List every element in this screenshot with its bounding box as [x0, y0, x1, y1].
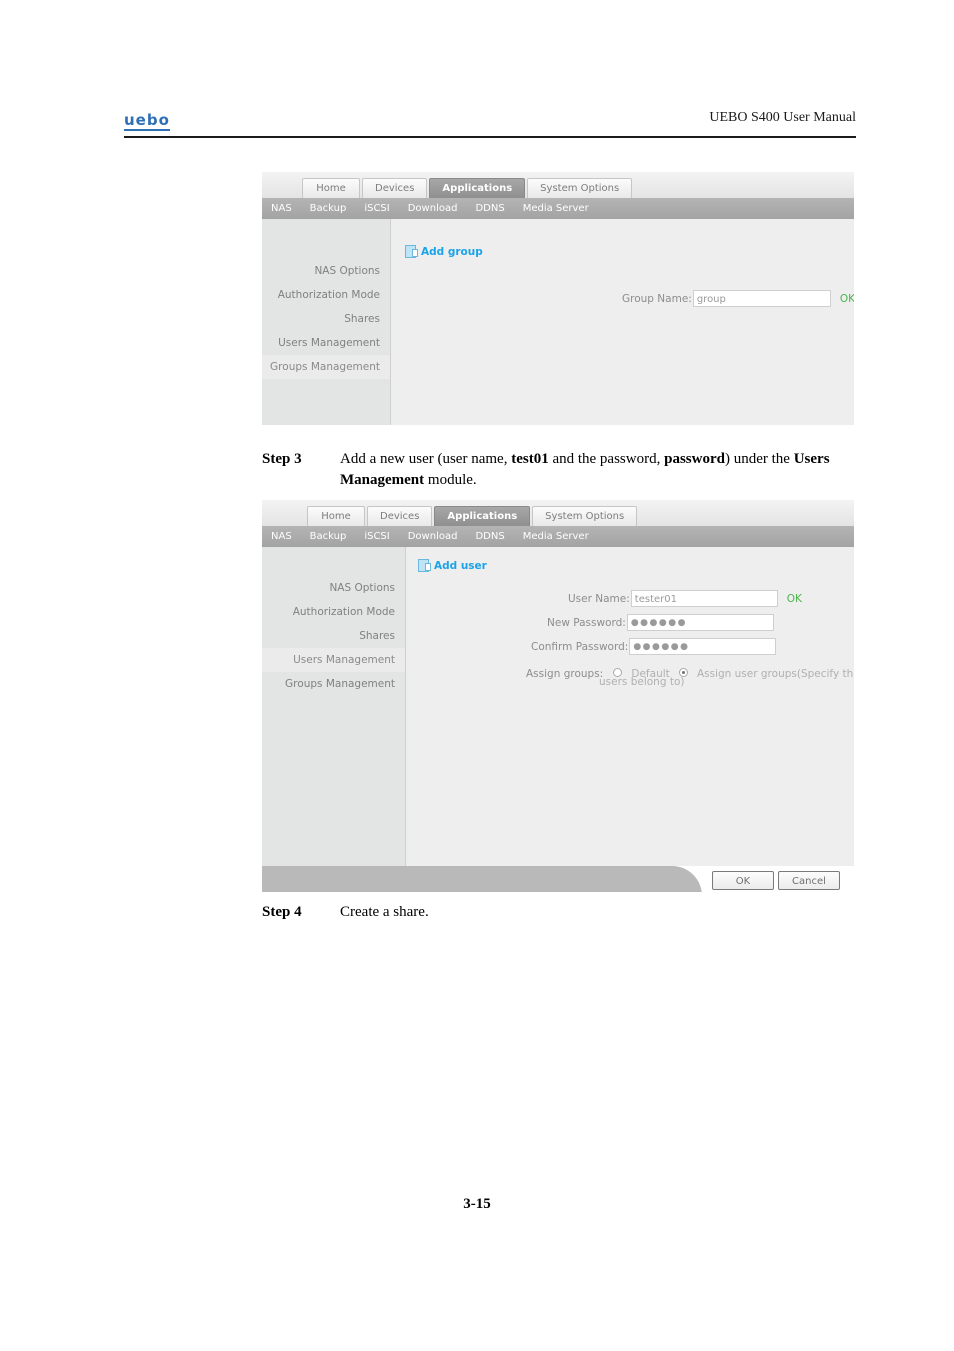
subnav-item-ddns[interactable]: DDNS	[466, 198, 513, 219]
footer-gray-band	[262, 866, 702, 892]
subnav-item-ddns[interactable]: DDNS	[466, 526, 513, 547]
add-group-label: Add group	[421, 245, 483, 258]
user-name-label: User Name:	[568, 592, 630, 605]
step-4-text: Create a share.	[340, 902, 862, 923]
new-password-row: New Password: ●●●●●●	[547, 614, 774, 631]
subnav-item-download[interactable]: Download	[399, 526, 467, 547]
new-document-icon	[405, 245, 418, 258]
sidebar-item-nas-options[interactable]: NAS Options	[262, 259, 390, 283]
group-name-label: Group Name:	[622, 292, 692, 305]
sidebar-item-nas-options[interactable]: NAS Options	[262, 576, 405, 600]
screenshot-add-group: Home Devices Applications System Options NA…	[262, 172, 854, 425]
cancel-button[interactable]: Cancel	[778, 871, 840, 890]
user-name-input[interactable]: tester01	[630, 590, 778, 607]
sidebar-item-users-management[interactable]: Users Management	[262, 648, 405, 672]
group-name-row: Group Name: group OK	[622, 290, 854, 307]
body-text: Create a share.	[340, 904, 429, 920]
main-tab-bar[interactable]: Home Devices Applications System Options	[307, 505, 639, 526]
group-ok-link[interactable]: OK	[840, 293, 854, 305]
radio-assign-label-line2: users belong to)	[599, 676, 685, 688]
content-panel: Add group Group Name: group OK	[391, 219, 854, 425]
new-password-label: New Password:	[547, 616, 626, 629]
subnav-item-iscsi[interactable]: iSCSI	[355, 526, 398, 547]
tab-home[interactable]: Home	[302, 178, 360, 198]
subnav-item-nas[interactable]: NAS	[262, 198, 301, 224]
step-3: Step 3 Add a new user (user name, test01…	[262, 449, 862, 491]
body-text: module.	[424, 472, 477, 488]
subnav-item-media-server[interactable]: Media Server	[514, 526, 598, 547]
subnav-item-download[interactable]: Download	[399, 198, 467, 219]
sidebar-menu[interactable]: NAS Options Authorization Mode Shares Users…	[262, 547, 406, 866]
subnav-item-nas[interactable]: NAS	[262, 526, 301, 552]
subnav-item-iscsi[interactable]: iSCSI	[355, 198, 398, 219]
sidebar-item-shares[interactable]: Shares	[262, 307, 390, 331]
confirm-password-label: Confirm Password:	[531, 640, 629, 653]
tab-system-options[interactable]: System Options	[532, 506, 638, 526]
body-text: Add a new user (user name,	[340, 451, 512, 467]
sidebar-item-groups-management[interactable]: Groups Management	[262, 355, 390, 379]
body-text: ) under the	[724, 451, 794, 467]
sidebar-menu[interactable]: NAS Options Authorization Mode Shares Users…	[262, 219, 391, 425]
main-tab-bar[interactable]: Home Devices Applications System Options	[302, 177, 634, 198]
sidebar-item-shares[interactable]: Shares	[262, 624, 405, 648]
user-ok-link[interactable]: OK	[787, 593, 802, 605]
emphasis-text: test01	[511, 451, 549, 467]
user-name-row: User Name: tester01 OK	[568, 590, 802, 607]
step-3-label: Step 3	[262, 451, 302, 467]
tab-applications[interactable]: Applications	[434, 506, 531, 526]
sidebar-item-authorization-mode[interactable]: Authorization Mode	[262, 283, 390, 307]
screenshot-add-user: Home Devices Applications System Options NA…	[262, 500, 854, 892]
uebo-logo: uebo	[124, 111, 170, 129]
tab-system-options[interactable]: System Options	[527, 178, 633, 198]
document-header: uebo UEBO S400 User Manual	[124, 108, 856, 136]
header-divider	[124, 136, 856, 138]
tab-applications[interactable]: Applications	[429, 178, 526, 198]
step-4: Step 4 Create a share.	[262, 902, 862, 923]
page-number: 3-15	[463, 1196, 491, 1212]
subnav-item-media-server[interactable]: Media Server	[514, 198, 598, 219]
sub-nav-bar[interactable]: NAS Backup iSCSI Download DDNS Media Server	[262, 198, 854, 224]
radio-assign-label: Assign user groups(Specify the user grou…	[696, 668, 854, 680]
content-panel: Add user User Name: tester01 OK New Pass…	[406, 547, 854, 866]
dialog-footer: OK Cancel	[262, 866, 854, 892]
add-group-link[interactable]: Add group	[405, 245, 483, 258]
tab-devices[interactable]: Devices	[362, 178, 428, 198]
sidebar-item-groups-management[interactable]: Groups Management	[262, 672, 405, 696]
confirm-password-row: Confirm Password: ●●●●●●	[531, 638, 777, 655]
new-password-input[interactable]: ●●●●●●	[626, 614, 774, 631]
body-text: and the password,	[548, 451, 665, 467]
sidebar-item-authorization-mode[interactable]: Authorization Mode	[262, 600, 405, 624]
emphasis-text: password	[664, 451, 725, 467]
tab-devices[interactable]: Devices	[367, 506, 433, 526]
step-4-label: Step 4	[262, 904, 302, 920]
group-name-input[interactable]: group	[692, 290, 831, 307]
add-user-link[interactable]: Add user	[418, 559, 487, 572]
manual-title: UEBO S400 User Manual	[709, 110, 856, 125]
tab-home[interactable]: Home	[307, 506, 365, 526]
add-user-label: Add user	[434, 559, 487, 572]
logo-underline	[124, 129, 170, 131]
ok-button[interactable]: OK	[712, 871, 774, 890]
sidebar-item-users-management[interactable]: Users Management	[262, 331, 390, 355]
subnav-item-backup[interactable]: Backup	[301, 526, 356, 547]
step-3-text: Add a new user (user name, test01 and th…	[340, 449, 862, 491]
assign-groups-label: Assign groups:	[526, 668, 604, 680]
confirm-password-input[interactable]: ●●●●●●	[629, 638, 777, 655]
assign-groups-row: Assign groups: Default Assign user group…	[526, 662, 854, 681]
new-document-icon	[418, 559, 431, 572]
sub-nav-bar[interactable]: NAS Backup iSCSI Download DDNS Media Server	[262, 526, 854, 552]
subnav-item-backup[interactable]: Backup	[301, 198, 356, 219]
